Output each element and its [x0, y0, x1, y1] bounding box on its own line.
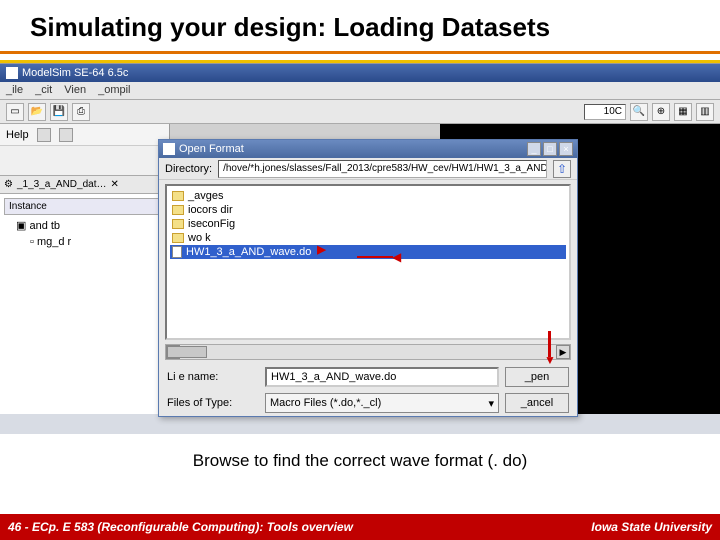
filetype-select[interactable]: Macro Files (*.do,*._cl)▾ — [265, 393, 499, 413]
dialog-title-text: Open Format — [179, 143, 244, 155]
scroll-thumb[interactable] — [167, 346, 207, 358]
directory-input[interactable]: /hove/*h.jones/slasses/Fall_2013/cpre583… — [218, 160, 547, 178]
dialog-max-icon[interactable]: □ — [543, 142, 557, 156]
modelsim-title-text: ModelSim SE-64 6.5c — [22, 67, 128, 79]
open-button[interactable]: _pen — [505, 367, 569, 387]
help-label[interactable]: Help — [6, 129, 29, 141]
scroll-right-icon[interactable]: ▶ — [556, 345, 570, 359]
tb-zoomx-icon[interactable]: ⊕ — [652, 103, 670, 121]
help-icon2[interactable] — [59, 128, 73, 142]
list-item[interactable]: iseconFig — [170, 217, 566, 231]
folder-icon — [172, 191, 184, 201]
help-icon1[interactable] — [37, 128, 51, 142]
dialog-titlebar: Open Format _ □ × — [159, 140, 577, 158]
tb-zoom-icon[interactable]: 🔍 — [630, 103, 648, 121]
design-tab-label[interactable]: _1_3_a_AND_dat… — [17, 179, 107, 190]
directory-label: Directory: — [165, 163, 212, 175]
menu-edit[interactable]: _cit — [35, 84, 52, 97]
app-icon — [6, 67, 18, 79]
open-format-dialog: Open Format _ □ × Directory: /hove/*h.jo… — [158, 139, 578, 417]
filetype-label: Files of Type: — [167, 397, 259, 409]
left-panel: Help ⚙ _1_3_a_AND_dat… ✕ Instance ▣ and … — [0, 124, 170, 414]
file-list-scrollbar[interactable]: ◀ ▶ — [165, 344, 571, 360]
zoom-field[interactable]: 10C — [584, 104, 626, 120]
simulator-area: ModelSim SE-64 6.5c _ile _cit Vien _ompi… — [0, 63, 720, 433]
file-icon — [172, 246, 182, 258]
callout-arrow-down-icon — [544, 331, 556, 366]
callout-arrowhead: ◀ — [317, 244, 326, 258]
slide-caption: Browse to find the correct wave format (… — [0, 433, 720, 489]
menu-view[interactable]: Vien — [64, 84, 86, 97]
list-item[interactable]: iocors dir — [170, 203, 566, 217]
dialog-close-icon[interactable]: × — [559, 142, 573, 156]
filetype-row: Files of Type: Macro Files (*.do,*._cl)▾… — [159, 390, 577, 416]
modelsim-menubar[interactable]: _ile _cit Vien _ompil — [0, 82, 720, 100]
dialog-icon — [163, 143, 175, 155]
tb-new-icon[interactable]: ▭ — [6, 103, 24, 121]
list-item[interactable]: wo k — [170, 231, 566, 245]
modelsim-toolbar: ▭ 📂 💾 ⎙ 10C 🔍 ⊕ ▦ ▥ — [0, 100, 720, 124]
help-row: Help — [0, 124, 169, 146]
list-item[interactable]: _avges — [170, 189, 566, 203]
slide-footer: 46 - ECp. E 583 (Reconfigurable Computin… — [0, 514, 720, 540]
tb-open-icon[interactable]: 📂 — [28, 103, 46, 121]
directory-row: Directory: /hove/*h.jones/slasses/Fall_2… — [159, 158, 577, 180]
tb-save-icon[interactable]: 💾 — [50, 103, 68, 121]
dropdown-icon[interactable]: ▾ — [488, 397, 494, 410]
tab-plus-icon[interactable]: ✕ — [110, 179, 118, 190]
filename-label: Li e name: — [167, 371, 259, 383]
tb-print-icon[interactable]: ⎙ — [72, 103, 90, 121]
menu-file[interactable]: _ile — [6, 84, 23, 97]
filename-row: Li e name: HW1_3_a_AND_wave.do _pen — [159, 364, 577, 390]
tb-misc2-icon[interactable]: ▥ — [696, 103, 714, 121]
tree-item-child[interactable]: ▫ mg_d r — [4, 234, 165, 250]
instance-tree[interactable]: Instance ▣ and tb ▫ mg_d r — [0, 194, 169, 414]
tree-header: Instance — [4, 198, 165, 215]
footer-left: 46 - ECp. E 583 (Reconfigurable Computin… — [8, 520, 353, 534]
up-folder-icon[interactable]: ⇧ — [553, 160, 571, 178]
folder-icon — [172, 219, 184, 229]
callout-arrow-left-icon: ◀ — [357, 250, 401, 264]
left-tabs[interactable]: ⚙ _1_3_a_AND_dat… ✕ — [0, 176, 169, 194]
tb-misc1-icon[interactable]: ▦ — [674, 103, 692, 121]
dialog-min-icon[interactable]: _ — [527, 142, 541, 156]
folder-icon — [172, 205, 184, 215]
tree-item-root[interactable]: ▣ and tb — [4, 217, 165, 234]
file-list[interactable]: _avges iocors dir iseconFig wo k HW1_3_a… — [165, 184, 571, 340]
footer-right: Iowa State University — [591, 520, 712, 534]
modelsim-titlebar: ModelSim SE-64 6.5c — [0, 64, 720, 82]
menu-compile[interactable]: _ompil — [98, 84, 130, 97]
folder-icon — [172, 233, 184, 243]
filename-input[interactable]: HW1_3_a_AND_wave.do — [265, 367, 499, 387]
cancel-button[interactable]: _ancel — [505, 393, 569, 413]
design-tab-icon[interactable]: ⚙ — [4, 179, 13, 190]
slide-title: Simulating your design: Loading Datasets — [0, 0, 720, 51]
